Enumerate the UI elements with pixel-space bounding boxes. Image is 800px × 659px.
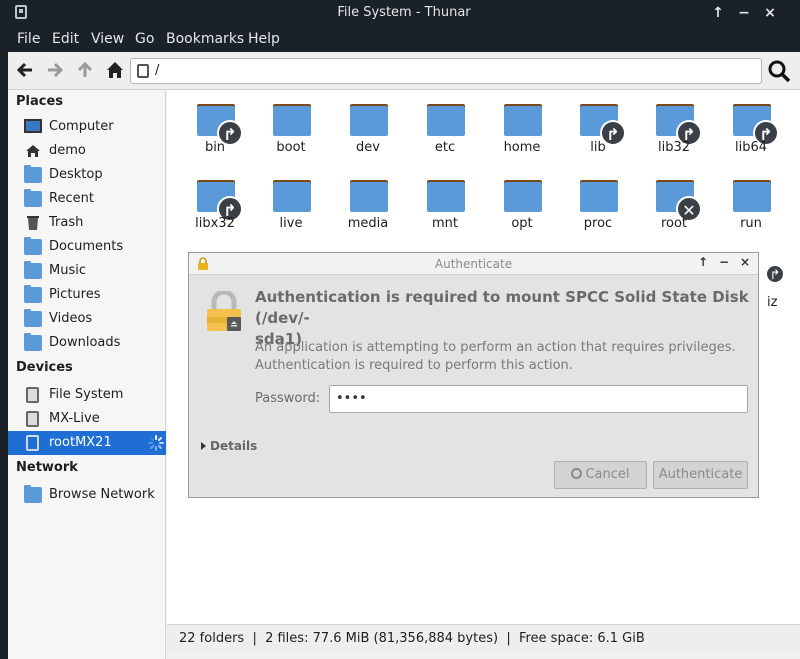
drive-icon [26, 435, 39, 451]
recent-folder-icon [24, 189, 42, 207]
authenticate-button[interactable]: Authenticate [653, 461, 748, 489]
menu-file[interactable]: File [17, 31, 40, 47]
folder-icon [733, 178, 771, 212]
sidebar-item-rootmx21[interactable]: rootMX21 [8, 431, 166, 455]
home-icon [26, 145, 40, 157]
status-bar: 22 folders | 2 files: 77.6 MiB (81,356,8… [167, 624, 800, 652]
toolbar: / [8, 52, 800, 90]
dialog-close-button[interactable]: × [737, 255, 753, 273]
details-expander[interactable]: Details [201, 439, 257, 453]
folder-opt[interactable]: opt [484, 172, 560, 242]
downloads-folder-icon [24, 333, 42, 351]
sidebar-item-file-system[interactable]: File System [8, 383, 166, 407]
folder-proc[interactable]: proc [560, 172, 636, 242]
folder-icon [504, 178, 542, 212]
folder-icon [580, 178, 618, 212]
sidebar-item-browse-network[interactable]: Browse Network [8, 483, 166, 507]
cancel-button[interactable]: Cancel [554, 461, 647, 489]
folder-icon [427, 102, 465, 136]
dialog-message: An application is attempting to perform … [255, 340, 736, 373]
folder-dev[interactable]: dev [330, 96, 406, 166]
folder-icon [273, 102, 311, 136]
folder-lib[interactable]: ↱ lib [560, 96, 636, 166]
folder-boot[interactable]: boot [253, 96, 329, 166]
sidebar-item-mx-live[interactable]: MX-Live [8, 407, 166, 431]
sidebar-item-music[interactable]: Music [8, 259, 166, 283]
sidebar-item-demo[interactable]: demo [8, 139, 166, 163]
folder-home[interactable]: home [484, 96, 560, 166]
link-emblem-icon: ↱ [765, 264, 785, 284]
folder-media[interactable]: media [330, 172, 406, 242]
close-button[interactable]: × [760, 3, 780, 23]
dialog-minimize-button[interactable]: − [716, 255, 732, 273]
location-bar[interactable]: / [130, 58, 762, 84]
sidebar-item-recent[interactable]: Recent [8, 187, 166, 211]
folder-libx32[interactable]: ↱ libx32 [177, 172, 253, 242]
status-text: 22 folders | 2 files: 77.6 MiB (81,356,8… [179, 631, 645, 646]
window-title: File System - Thunar [337, 5, 471, 20]
spinner-icon [148, 435, 164, 451]
menu-bar: File Edit View Go Bookmarks Help [8, 26, 800, 52]
padlock-icon [207, 291, 241, 331]
menu-go[interactable]: Go [135, 31, 154, 47]
folder-icon [504, 102, 542, 136]
dialog-title: Authenticate [434, 257, 513, 271]
drive-icon [26, 411, 39, 427]
authenticate-dialog: Authenticate ↑ − × Authentication is req… [188, 252, 759, 498]
sidebar: Places Computer demo Desktop Recent Tras… [8, 90, 166, 659]
sidebar-item-documents[interactable]: Documents [8, 235, 166, 259]
title-bar: File System - Thunar ↑ − × [8, 0, 800, 26]
dialog-keep-above-button[interactable]: ↑ [695, 255, 711, 273]
home-icon[interactable] [104, 59, 126, 81]
folder-live[interactable]: live [253, 172, 329, 242]
back-icon[interactable] [14, 59, 36, 81]
documents-folder-icon [24, 237, 42, 255]
pictures-folder-icon [24, 285, 42, 303]
sidebar-item-videos[interactable]: Videos [8, 307, 166, 331]
sidebar-item-pictures[interactable]: Pictures [8, 283, 166, 307]
folder-etc[interactable]: etc [407, 96, 483, 166]
computer-icon [24, 119, 42, 133]
folder-run[interactable]: run [713, 172, 789, 242]
folder-bin[interactable]: ↱ bin [177, 96, 253, 166]
folder-icon [273, 178, 311, 212]
trash-icon [27, 216, 39, 230]
menu-help[interactable]: Help [248, 31, 280, 47]
network-folder-icon [24, 485, 42, 503]
drive-icon [137, 64, 149, 78]
password-label: Password: [255, 391, 321, 406]
cancel-icon [571, 468, 583, 479]
dialog-title-bar: Authenticate ↑ − × [189, 253, 758, 275]
location-path: / [155, 63, 160, 78]
videos-folder-icon [24, 309, 42, 327]
expand-triangle-icon [201, 442, 206, 450]
minimize-button[interactable]: − [734, 3, 754, 23]
folder-icon [350, 178, 388, 212]
devices-heading: Devices [16, 360, 73, 375]
folder-mnt[interactable]: mnt [407, 172, 483, 242]
menu-view[interactable]: View [91, 31, 124, 47]
folder-lib32[interactable]: ↱ lib32 [636, 96, 712, 166]
folder-icon [427, 178, 465, 212]
places-heading: Places [16, 94, 64, 109]
parent-folder-icon[interactable] [74, 59, 96, 81]
sidebar-item-desktop[interactable]: Desktop [8, 163, 166, 187]
menu-bookmarks[interactable]: Bookmarks [166, 31, 244, 47]
sidebar-item-computer[interactable]: Computer [8, 115, 166, 139]
music-folder-icon [24, 261, 42, 279]
search-icon[interactable] [766, 58, 792, 84]
password-field[interactable]: •••• [329, 385, 748, 413]
folder-root[interactable]: ✕ root [636, 172, 712, 242]
keep-above-button[interactable]: ↑ [708, 3, 728, 23]
drive-icon [26, 387, 39, 403]
folder-lib64[interactable]: ↱ lib64 [713, 96, 789, 166]
partial-file-label: iz [767, 295, 778, 310]
folder-icon [350, 102, 388, 136]
menu-edit[interactable]: Edit [52, 31, 79, 47]
network-heading: Network [16, 460, 78, 475]
sidebar-item-trash[interactable]: Trash [8, 211, 166, 235]
desktop-folder-icon [24, 165, 42, 183]
sidebar-item-downloads[interactable]: Downloads [8, 331, 166, 355]
forward-icon[interactable] [44, 59, 66, 81]
